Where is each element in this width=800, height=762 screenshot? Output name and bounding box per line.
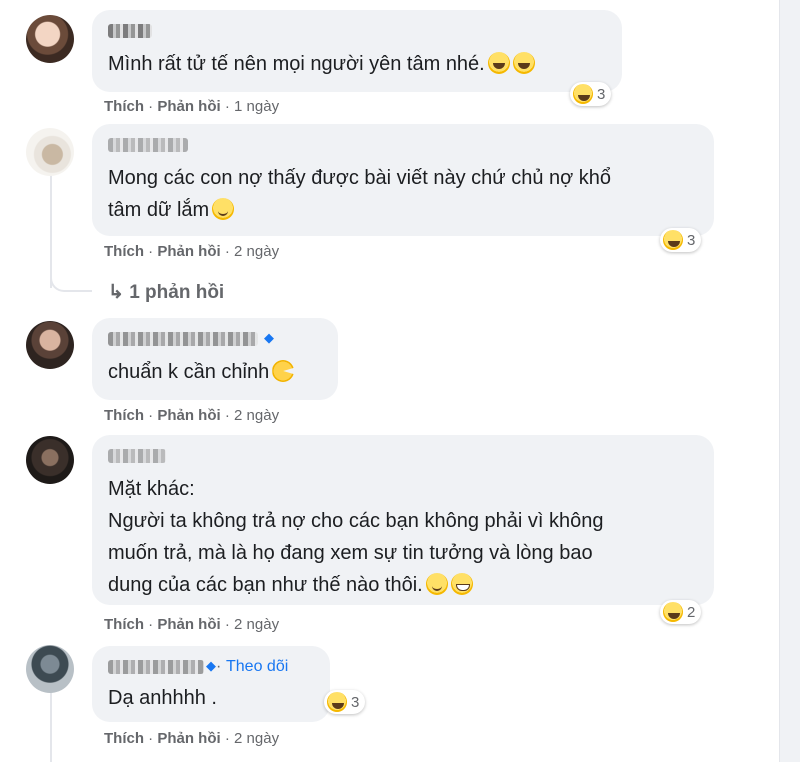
reply-link[interactable]: Phản hồi: [157, 616, 220, 633]
timestamp[interactable]: 2 ngày: [234, 730, 279, 747]
timestamp[interactable]: 2 ngày: [234, 407, 279, 424]
timestamp[interactable]: 1 ngày: [234, 98, 279, 115]
separator: ·: [148, 243, 154, 260]
reaction-count: 3: [597, 85, 606, 103]
comment-line: Mặt khác:: [108, 478, 195, 500]
separator: ·: [216, 658, 222, 675]
like-link[interactable]: Thích: [104, 407, 144, 424]
laugh-emoji-icon: [573, 84, 593, 104]
avatar[interactable]: [26, 15, 74, 63]
comment-line: Mong các con nợ thấy được bài viết này c…: [108, 167, 612, 189]
comment-actions: Thích · Phản hồi · 2 ngày: [104, 243, 279, 260]
comment-bubble: Mặt khác: Người ta không trả nợ cho các …: [92, 435, 714, 605]
separator: ·: [148, 616, 154, 633]
like-link[interactable]: Thích: [104, 616, 144, 633]
reaction-badge[interactable]: 3: [660, 228, 702, 252]
comment-text: Mình rất tử tế nên mọi người yên tâm nhé…: [108, 48, 698, 80]
comment-line: chuẩn k cần chỉnh: [108, 361, 270, 383]
right-scroll-rail[interactable]: [779, 0, 800, 762]
laugh-emoji-icon: [487, 52, 510, 74]
reply-link[interactable]: Phản hồi: [157, 730, 220, 747]
comment-text: chuẩn k cần chỉnh: [108, 356, 698, 388]
laugh-emoji-icon: [512, 52, 535, 74]
comment-bubble: ◆ · Theo dõi Dạ anhhhh .: [92, 646, 330, 722]
avatar[interactable]: [26, 645, 74, 693]
smile-emoji-icon: [425, 573, 448, 595]
thread-line: [50, 690, 52, 762]
comment-bubble: ◆ chuẩn k cần chỉnh: [92, 318, 338, 400]
reaction-count: 2: [687, 603, 696, 621]
separator: ·: [224, 243, 230, 260]
avatar[interactable]: [26, 436, 74, 484]
view-replies-link[interactable]: ↳ 1 phản hồi: [108, 281, 224, 304]
comment-line: muốn trả, mà là họ đang xem sự tin tưởng…: [108, 542, 593, 564]
separator: ·: [148, 730, 154, 747]
comment-line: Dạ anhhhh .: [108, 687, 217, 709]
blurred-author-name[interactable]: [108, 332, 258, 346]
blurred-author-name[interactable]: [108, 449, 166, 463]
thread-connector: [50, 260, 92, 292]
blurred-author-name[interactable]: [108, 138, 188, 152]
reaction-badge[interactable]: 3: [324, 690, 366, 714]
reaction-count: 3: [687, 231, 696, 249]
timestamp[interactable]: 2 ngày: [234, 616, 279, 633]
separator: ·: [224, 98, 230, 115]
comment-text: Mong các con nợ thấy được bài viết này c…: [108, 162, 698, 226]
comment-actions: Thích · Phản hồi · 1 ngày: [104, 98, 279, 115]
reaction-badge[interactable]: 3: [570, 82, 612, 106]
avatar[interactable]: [26, 128, 74, 176]
blurred-author-name[interactable]: [108, 24, 152, 38]
laugh-emoji-icon: [663, 602, 683, 622]
reply-link[interactable]: Phản hồi: [157, 407, 220, 424]
separator: ·: [148, 98, 154, 115]
avatar[interactable]: [26, 321, 74, 369]
comment-text: Mặt khác: Người ta không trả nợ cho các …: [108, 473, 698, 601]
pacman-emoji-icon: [272, 360, 295, 382]
grin-emoji-icon: [450, 573, 473, 595]
comment-line: tâm dữ lắm: [108, 199, 210, 221]
separator: ·: [224, 616, 230, 633]
like-link[interactable]: Thích: [104, 98, 144, 115]
comment-bubble: Mình rất tử tế nên mọi người yên tâm nhé…: [92, 10, 622, 92]
reply-arrow-icon: ↳: [108, 282, 124, 303]
reaction-count: 3: [351, 693, 360, 711]
reply-link[interactable]: Phản hồi: [157, 243, 220, 260]
comment-line: Người ta không trả nợ cho các bạn không …: [108, 510, 604, 532]
comment-line: Mình rất tử tế nên mọi người yên tâm nhé…: [108, 53, 485, 75]
verified-badge-icon: ◆: [264, 330, 274, 345]
separator: ·: [148, 407, 154, 424]
separator: ·: [224, 730, 230, 747]
comment-actions: Thích · Phản hồi · 2 ngày: [104, 407, 279, 424]
like-link[interactable]: Thích: [104, 243, 144, 260]
replies-count: 1 phản hồi: [129, 282, 225, 303]
smile-emoji-icon: [212, 198, 235, 220]
comment-line: dung của các bạn như thế nào thôi.: [108, 574, 423, 596]
blurred-author-name[interactable]: [108, 660, 204, 674]
comment-bubble: Mong các con nợ thấy được bài viết này c…: [92, 124, 714, 236]
comment-actions: Thích · Phản hồi · 2 ngày: [104, 616, 279, 633]
comment-text: Dạ anhhhh .: [108, 682, 698, 714]
comment-actions: Thích · Phản hồi · 2 ngày: [104, 730, 279, 747]
laugh-emoji-icon: [663, 230, 683, 250]
timestamp[interactable]: 2 ngày: [234, 243, 279, 260]
follow-button[interactable]: Theo dõi: [226, 658, 288, 676]
reaction-badge[interactable]: 2: [660, 600, 702, 624]
laugh-emoji-icon: [327, 692, 347, 712]
like-link[interactable]: Thích: [104, 730, 144, 747]
separator: ·: [224, 407, 230, 424]
reply-link[interactable]: Phản hồi: [157, 98, 220, 115]
